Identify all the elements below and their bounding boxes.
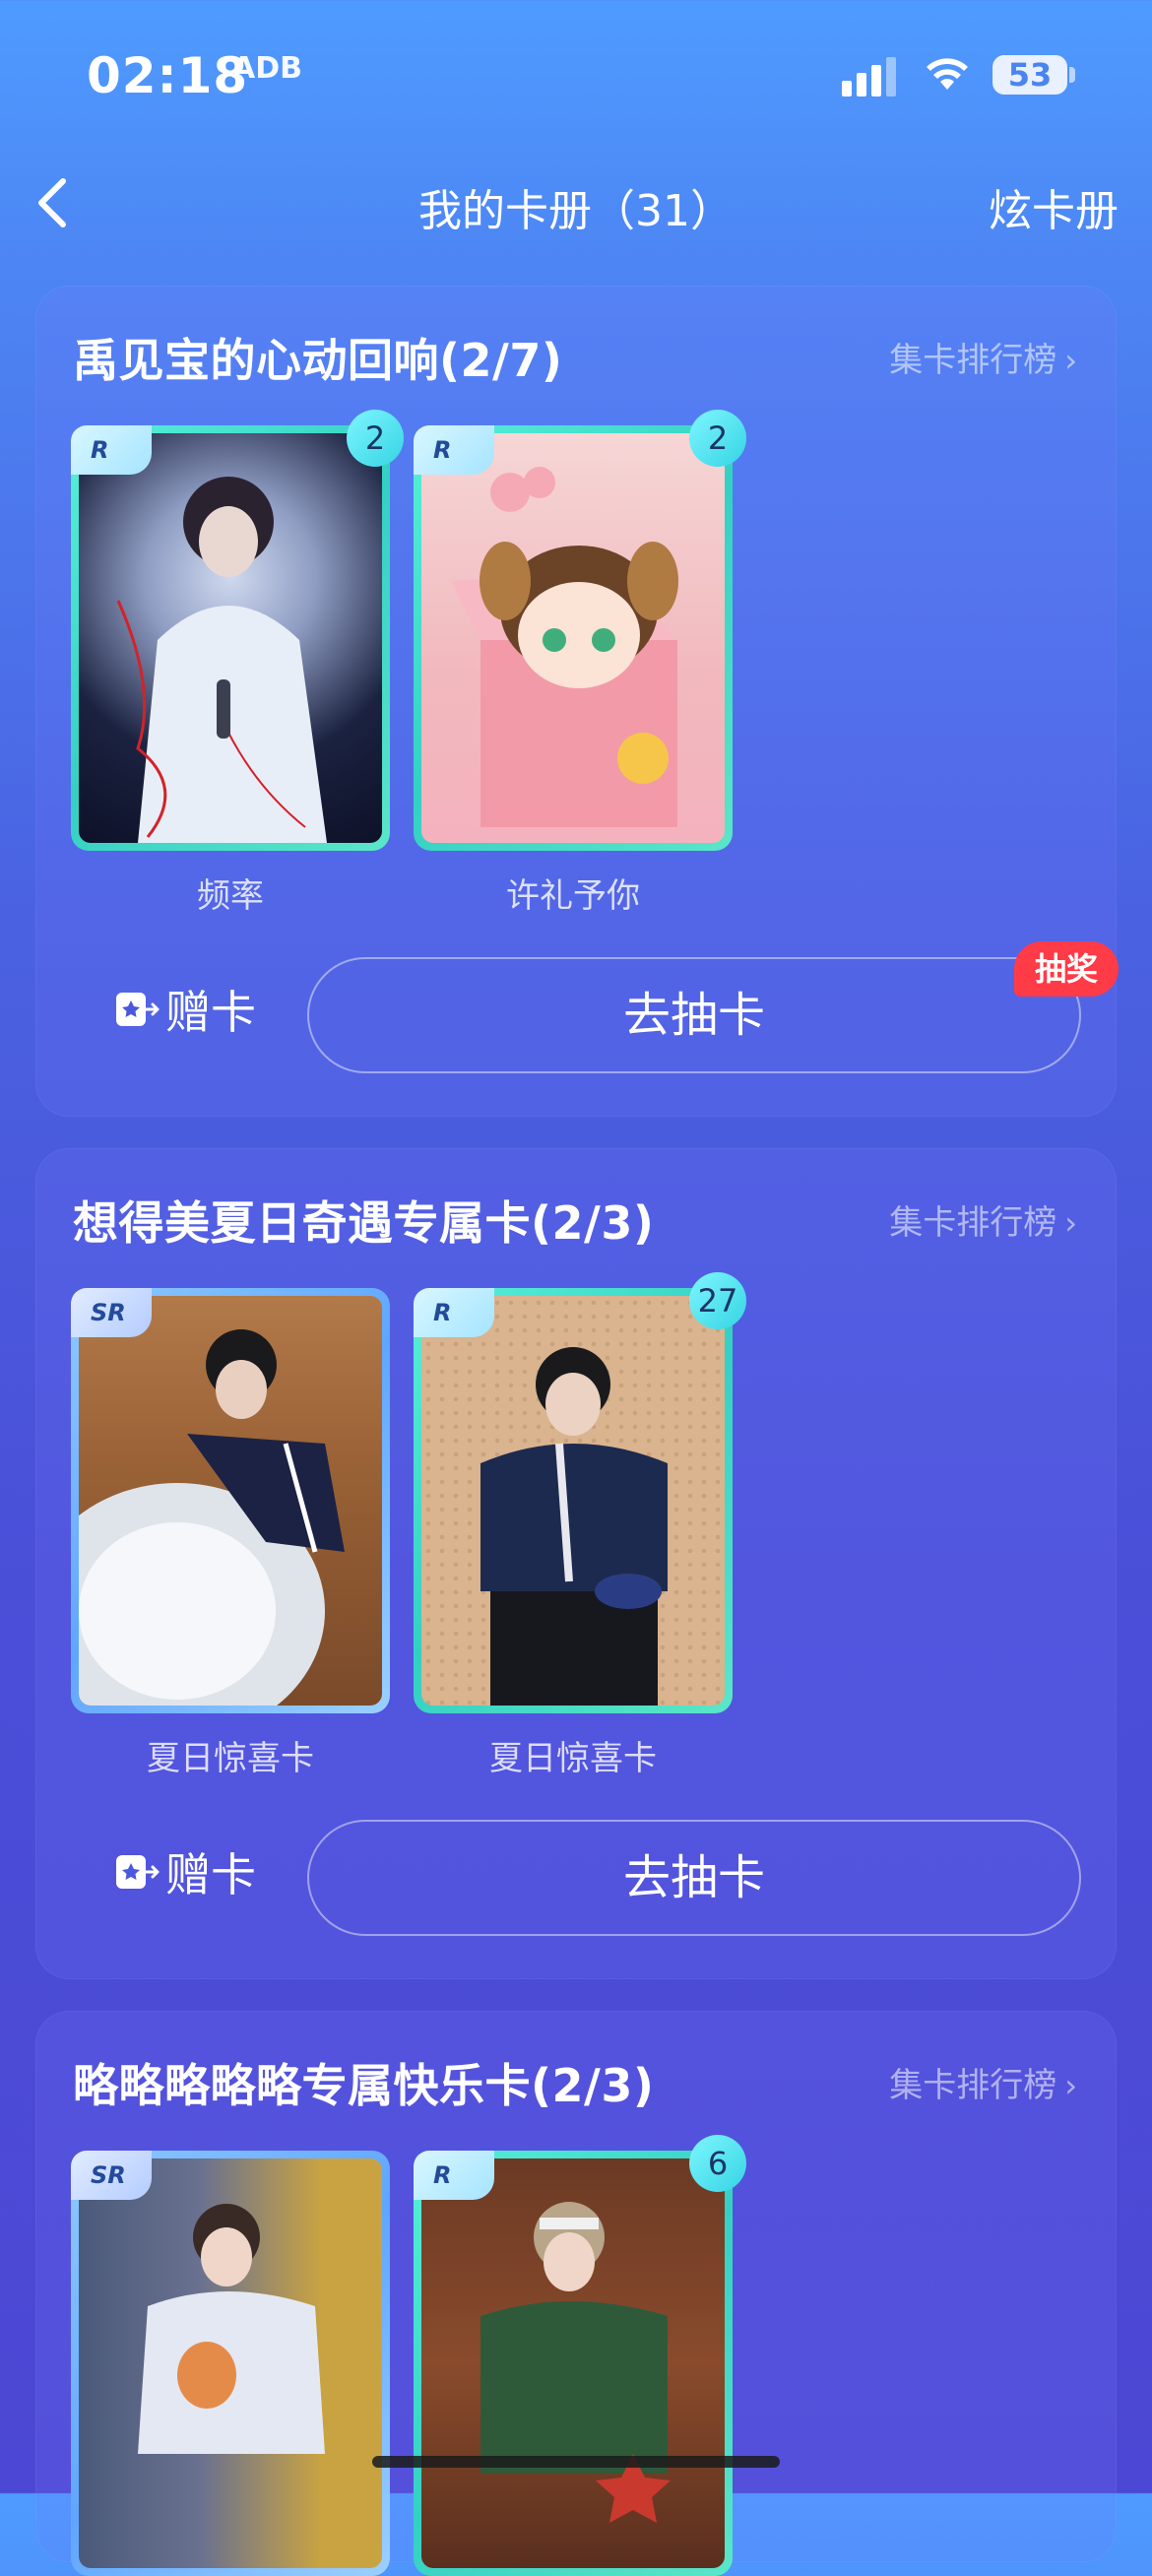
lottery-badge: 抽奖 bbox=[1014, 941, 1119, 997]
collect-card[interactable]: R 2 bbox=[414, 410, 746, 851]
chevron-right-icon: › bbox=[1064, 2067, 1077, 2104]
leaderboard-link[interactable]: 集卡排行榜 › bbox=[889, 1195, 1077, 1244]
rarity-tag: R bbox=[414, 1288, 494, 1337]
gift-card-icon bbox=[116, 993, 160, 1026]
card-name: 夏日惊喜卡 bbox=[147, 1739, 314, 1778]
leaderboard-label: 集卡排行榜 bbox=[889, 1203, 1057, 1243]
card-image-singer bbox=[79, 433, 382, 843]
chevron-right-icon: › bbox=[1064, 342, 1077, 379]
card-name: 夏日惊喜卡 bbox=[489, 1739, 657, 1778]
card-illustration bbox=[116, 477, 327, 843]
rarity-tag: SR bbox=[71, 1288, 152, 1337]
status-time-extra: ADB bbox=[232, 51, 302, 86]
album-card: 想得美夏日奇遇专属卡(2/3) 集卡排行榜 › SR R 27 夏日惊喜卡 夏日… bbox=[35, 1148, 1117, 1979]
card-illustration bbox=[138, 2204, 325, 2454]
gift-card-label: 赠卡 bbox=[165, 986, 256, 1039]
show-album-button[interactable]: 炫卡册 bbox=[989, 175, 1119, 238]
collect-card[interactable]: SR bbox=[71, 2151, 390, 2576]
card-count-badge: 27 bbox=[689, 1272, 746, 1329]
leaderboard-label: 集卡排行榜 bbox=[889, 2066, 1057, 2105]
card-count-badge: 2 bbox=[689, 410, 746, 467]
nav-bar: 我的卡册（31） 炫卡册 bbox=[0, 158, 1152, 246]
battery-icon: 53 bbox=[992, 55, 1067, 95]
card-illustration bbox=[79, 1329, 345, 1706]
card-image-chibi bbox=[421, 433, 725, 843]
card-image-photo bbox=[421, 1296, 725, 1706]
card-illustration bbox=[451, 467, 678, 827]
album-title: 想得美夏日奇遇专属卡(2/3) bbox=[73, 1196, 655, 1250]
page-title: 我的卡册（31） bbox=[418, 186, 734, 236]
wifi-icon bbox=[927, 58, 968, 90]
draw-card-button[interactable]: 去抽卡 bbox=[307, 1820, 1081, 1936]
album-title: 禹见宝的心动回响(2/7) bbox=[73, 334, 563, 387]
card-image-photo bbox=[79, 2158, 382, 2568]
card-image-photo bbox=[79, 1296, 382, 1706]
rarity-tag: R bbox=[414, 425, 494, 475]
battery-cap bbox=[1069, 67, 1075, 83]
rarity-tag: SR bbox=[71, 2151, 152, 2200]
collect-card[interactable]: SR bbox=[71, 1288, 390, 1713]
status-time: 02:18 bbox=[87, 47, 249, 104]
card-count-badge: 2 bbox=[347, 410, 404, 467]
card-name: 频率 bbox=[197, 876, 264, 916]
status-bar: 02:18 ADB 53 bbox=[0, 0, 1152, 148]
chevron-right-icon: › bbox=[1064, 1204, 1077, 1242]
draw-card-button[interactable]: 去抽卡 bbox=[307, 957, 1081, 1073]
rarity-tag: R bbox=[414, 2151, 494, 2200]
rarity-tag: R bbox=[71, 425, 152, 475]
leaderboard-link[interactable]: 集卡排行榜 › bbox=[889, 2058, 1077, 2106]
card-illustration bbox=[480, 2202, 671, 2523]
gift-card-button[interactable]: 赠卡 bbox=[114, 977, 256, 1042]
signal-icon bbox=[842, 57, 901, 97]
album-title: 略略略略略专属快乐卡(2/3) bbox=[73, 2059, 655, 2112]
gift-card-button[interactable]: 赠卡 bbox=[114, 1839, 256, 1904]
album-card: 禹见宝的心动回响(2/7) 集卡排行榜 › R 2 R 2 频率 许礼予你 赠卡… bbox=[35, 286, 1119, 1117]
card-count-badge: 6 bbox=[689, 2135, 746, 2192]
album-card: 略略略略略专属快乐卡(2/3) 集卡排行榜 › SR R 6 bbox=[35, 2011, 1117, 2576]
leaderboard-link[interactable]: 集卡排行榜 › bbox=[889, 333, 1077, 381]
collect-card[interactable]: R 27 bbox=[414, 1272, 746, 1713]
collect-card[interactable]: R 6 bbox=[414, 2135, 746, 2576]
gift-card-icon bbox=[116, 1855, 160, 1889]
leaderboard-label: 集卡排行榜 bbox=[889, 341, 1057, 380]
home-indicator[interactable] bbox=[372, 2456, 780, 2468]
card-name: 许礼予你 bbox=[506, 876, 640, 916]
gift-card-label: 赠卡 bbox=[165, 1848, 256, 1901]
collect-card[interactable]: R 2 bbox=[71, 410, 404, 851]
card-image-photo bbox=[421, 2158, 725, 2568]
card-illustration bbox=[480, 1347, 668, 1706]
